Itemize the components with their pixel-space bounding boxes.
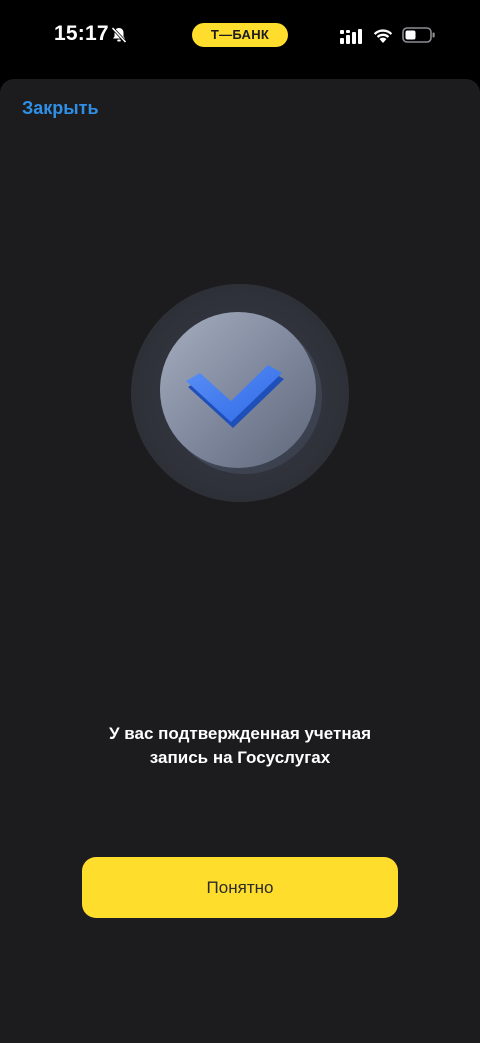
brand-badge: Т—БАНК [192, 23, 288, 47]
bell-slash-icon [110, 26, 128, 44]
ok-button[interactable]: Понятно [82, 857, 398, 918]
status-time: 15:17 [54, 22, 109, 45]
status-bar: 15:17 Т—БАНК [0, 0, 480, 72]
cellular-signal-icon [340, 28, 362, 44]
close-button[interactable]: Закрыть [22, 98, 99, 119]
checkmark-badge-icon [130, 283, 350, 503]
wifi-icon [372, 26, 394, 44]
battery-icon [402, 26, 436, 44]
confirmation-message: У вас подтвержденная учетная запись на Г… [40, 722, 440, 770]
message-line-2: запись на Госуслугах [149, 748, 331, 767]
message-line-1: У вас подтвержденная учетная [109, 724, 371, 743]
